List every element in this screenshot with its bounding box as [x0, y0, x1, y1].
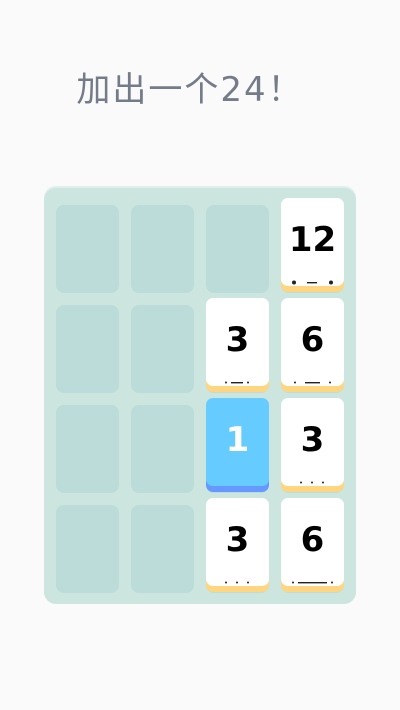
- tile-6[interactable]: 6: [281, 498, 344, 586]
- empty-cell: [56, 405, 119, 493]
- empty-cell: [56, 205, 119, 293]
- tile-face-icon: [225, 381, 249, 384]
- tile-value: 1: [225, 420, 250, 460]
- tile-3[interactable]: 3: [281, 398, 344, 486]
- tile-face-icon: [292, 581, 333, 584]
- empty-cell: [131, 405, 194, 493]
- tile-face-icon: [292, 280, 333, 285]
- tile-value: 6: [300, 320, 325, 360]
- tile-face-icon: [294, 381, 331, 384]
- tile-value: 3: [300, 420, 325, 460]
- tile-face-icon: [300, 481, 324, 484]
- tile-6[interactable]: 6: [281, 298, 344, 386]
- tile-1[interactable]: 1: [206, 398, 269, 486]
- tile-3[interactable]: 3: [206, 298, 269, 386]
- empty-cell: [131, 205, 194, 293]
- tile-value: 3: [225, 320, 250, 360]
- empty-cell: [56, 505, 119, 593]
- tile-value: 6: [300, 520, 325, 560]
- tile-face-icon: [225, 581, 249, 584]
- empty-cell: [131, 305, 194, 393]
- tile-value: 12: [288, 220, 337, 260]
- empty-cell: [206, 205, 269, 293]
- tile-3[interactable]: 3: [206, 498, 269, 586]
- page-title: 加出一个24！: [76, 70, 304, 110]
- tile-value: 3: [225, 520, 250, 560]
- empty-cell: [131, 505, 194, 593]
- game-board[interactable]: 12 3 6 1 3 3 6: [44, 186, 356, 604]
- empty-cell: [56, 305, 119, 393]
- tile-12[interactable]: 12: [281, 198, 344, 286]
